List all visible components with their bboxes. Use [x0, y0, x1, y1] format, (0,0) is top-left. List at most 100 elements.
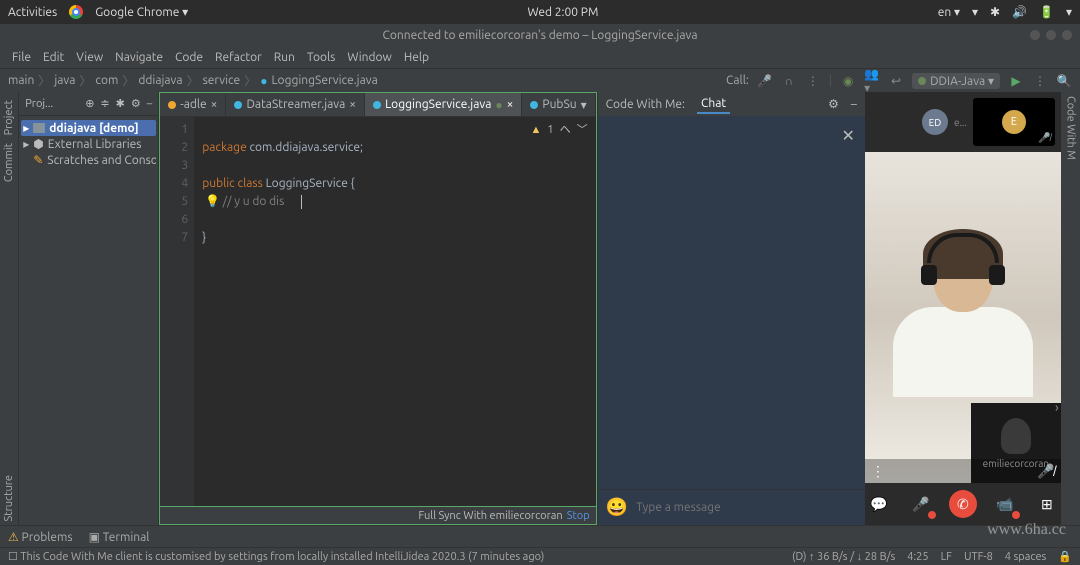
menu-run[interactable]: Run: [270, 51, 299, 64]
problems-tab[interactable]: ⚠ Problems: [8, 530, 73, 544]
crumb-java[interactable]: java: [54, 74, 75, 87]
close-tab-icon[interactable]: ×: [211, 98, 218, 111]
warning-icon[interactable]: ▲: [531, 121, 542, 139]
mic-off-icon[interactable]: 🎤: [757, 73, 773, 89]
chat-tab[interactable]: Chat: [697, 95, 730, 114]
menu-view[interactable]: View: [72, 51, 107, 64]
search-icon[interactable]: 🔍: [1056, 73, 1072, 89]
network-icon[interactable]: ▾: [972, 5, 978, 19]
menu-refactor[interactable]: Refactor: [211, 51, 266, 64]
crumb-service[interactable]: service: [203, 74, 241, 87]
menu-file[interactable]: File: [8, 51, 35, 64]
grid-view-button[interactable]: ⊞: [1033, 490, 1061, 518]
pip-mic-icon[interactable]: 🎤̸: [1037, 463, 1054, 480]
chevron-right-icon[interactable]: ›: [1055, 399, 1059, 415]
users-icon[interactable]: 👥▾: [864, 73, 880, 89]
java-icon: [234, 101, 242, 109]
volume-icon[interactable]: 🔊: [1012, 5, 1027, 19]
tab-datastreamer[interactable]: DataStreamer.java×: [226, 93, 365, 116]
terminal-tab[interactable]: ▣ Terminal: [89, 530, 150, 544]
caret-up-icon[interactable]: ヘ: [560, 121, 571, 139]
intention-bulb-icon[interactable]: 💡: [205, 195, 220, 208]
caret-position[interactable]: 4:25: [907, 551, 928, 563]
menu-help[interactable]: Help: [400, 51, 433, 64]
mic-muted-icon: 🎤̸: [1038, 132, 1050, 144]
tab-gradle[interactable]: -adle×: [160, 93, 226, 116]
editor-body[interactable]: 1234567 package com.ddiajava.service; pu…: [160, 117, 595, 506]
crumb-file[interactable]: LoggingService.java: [271, 74, 377, 87]
system-menu-icon[interactable]: ▾: [1066, 5, 1072, 19]
battery-icon[interactable]: 🔋: [1039, 5, 1054, 19]
encoding[interactable]: UTF-8: [964, 551, 993, 563]
panel-title: Proj...: [25, 98, 53, 110]
close-icon[interactable]: ✕: [841, 126, 854, 145]
collapse-icon[interactable]: ✱: [116, 97, 125, 110]
menu-navigate[interactable]: Navigate: [111, 51, 167, 64]
menubar: File Edit View Navigate Code Refactor Ru…: [0, 46, 1080, 68]
avatar-small[interactable]: ED: [922, 109, 948, 135]
menu-edit[interactable]: Edit: [39, 51, 68, 64]
breadcrumb[interactable]: main〉 java〉 com〉 ddiajava〉 service〉 ● Lo…: [8, 72, 378, 89]
mic-toggle-button[interactable]: 🎤: [907, 490, 935, 518]
tab-commit[interactable]: Commit: [1, 139, 17, 186]
caret-down-icon[interactable]: ﹀: [577, 121, 588, 139]
tree-external-libs[interactable]: ▸⬢ External Libraries: [21, 136, 156, 152]
hide-chat-icon[interactable]: –: [851, 98, 857, 111]
tab-code-with-me[interactable]: Code With M: [1062, 92, 1078, 164]
tab-project[interactable]: Project: [1, 96, 17, 139]
more-icon[interactable]: ⋮: [805, 73, 821, 89]
headphones-icon[interactable]: ∩: [781, 73, 797, 89]
chevron-down-icon[interactable]: ▾: [581, 98, 587, 112]
camera-toggle-button[interactable]: 📹: [991, 490, 1019, 518]
hide-panel-icon[interactable]: –: [147, 98, 152, 110]
net-status: (D) ↑ 36 B/s / ↓ 28 B/s: [792, 551, 895, 563]
tab-loggingservice[interactable]: LoggingService.java●×: [365, 93, 522, 116]
close-tab-icon[interactable]: ×: [507, 98, 514, 111]
lib-icon: ⬢: [33, 137, 43, 151]
menu-code[interactable]: Code: [171, 51, 207, 64]
tab-structure[interactable]: Structure: [1, 471, 17, 526]
bluetooth-icon[interactable]: ✱: [990, 5, 1000, 19]
tree-root[interactable]: ▸ ddiajava [demo]: [21, 120, 156, 136]
emoji-icon[interactable]: 😀: [606, 497, 628, 518]
code-area[interactable]: package com.ddiajava.service; public cla…: [194, 117, 595, 506]
menu-tools[interactable]: Tools: [303, 51, 340, 64]
lang-indicator[interactable]: en ▾: [938, 5, 960, 19]
minimize-button[interactable]: [1030, 30, 1040, 40]
video-main[interactable]: emiliecorcoran ⋮ 🎤̸: [865, 152, 1061, 483]
participant-video: [893, 237, 1033, 417]
hangup-button[interactable]: ✆: [949, 490, 977, 518]
indent[interactable]: 4 spaces: [1005, 551, 1047, 563]
select-opened-icon[interactable]: ⊕: [85, 97, 94, 110]
app-menu[interactable]: Google Chrome ▾: [95, 5, 188, 19]
menu-window[interactable]: Window: [343, 51, 395, 64]
tree-label: Scratches and Conso: [47, 154, 156, 167]
activities-button[interactable]: Activities: [8, 6, 57, 19]
crumb-ddiajava[interactable]: ddiajava: [138, 74, 182, 87]
more-run-icon[interactable]: ⋮: [1032, 73, 1048, 89]
close-button[interactable]: [1062, 30, 1072, 40]
gear-icon[interactable]: ⚙: [828, 97, 839, 111]
chrome-icon: [69, 5, 83, 19]
line-sep[interactable]: LF: [941, 551, 952, 563]
status-message: ☐ This Code With Me client is customised…: [8, 550, 544, 563]
run-button[interactable]: ▶: [1008, 73, 1024, 89]
chat-toggle-button[interactable]: 💬: [865, 490, 893, 518]
pip-more-icon[interactable]: ⋮: [871, 463, 885, 480]
maximize-button[interactable]: [1046, 30, 1056, 40]
editor-tabs: -adle× DataStreamer.java× LoggingService…: [160, 93, 595, 117]
close-tab-icon[interactable]: ×: [349, 98, 356, 111]
tree-scratches[interactable]: ▸✎ Scratches and Conso: [21, 152, 156, 168]
chat-input[interactable]: [636, 501, 857, 514]
back-icon[interactable]: ↩: [888, 73, 904, 89]
avatar-tile[interactable]: E 🎤̸: [973, 98, 1055, 146]
tab-pubsub[interactable]: PubSu▾: [522, 93, 595, 116]
shield-icon[interactable]: ◉: [840, 73, 856, 89]
sync-stop-link[interactable]: Stop: [567, 510, 590, 522]
crumb-com[interactable]: com: [95, 74, 118, 87]
lock-icon[interactable]: 🔒: [1058, 550, 1072, 563]
expand-icon[interactable]: ≑: [100, 97, 109, 110]
crumb-main[interactable]: main: [8, 74, 34, 87]
run-config-selector[interactable]: DDIA-Java ▾: [912, 73, 1000, 89]
settings-icon[interactable]: ⚙: [131, 97, 141, 110]
